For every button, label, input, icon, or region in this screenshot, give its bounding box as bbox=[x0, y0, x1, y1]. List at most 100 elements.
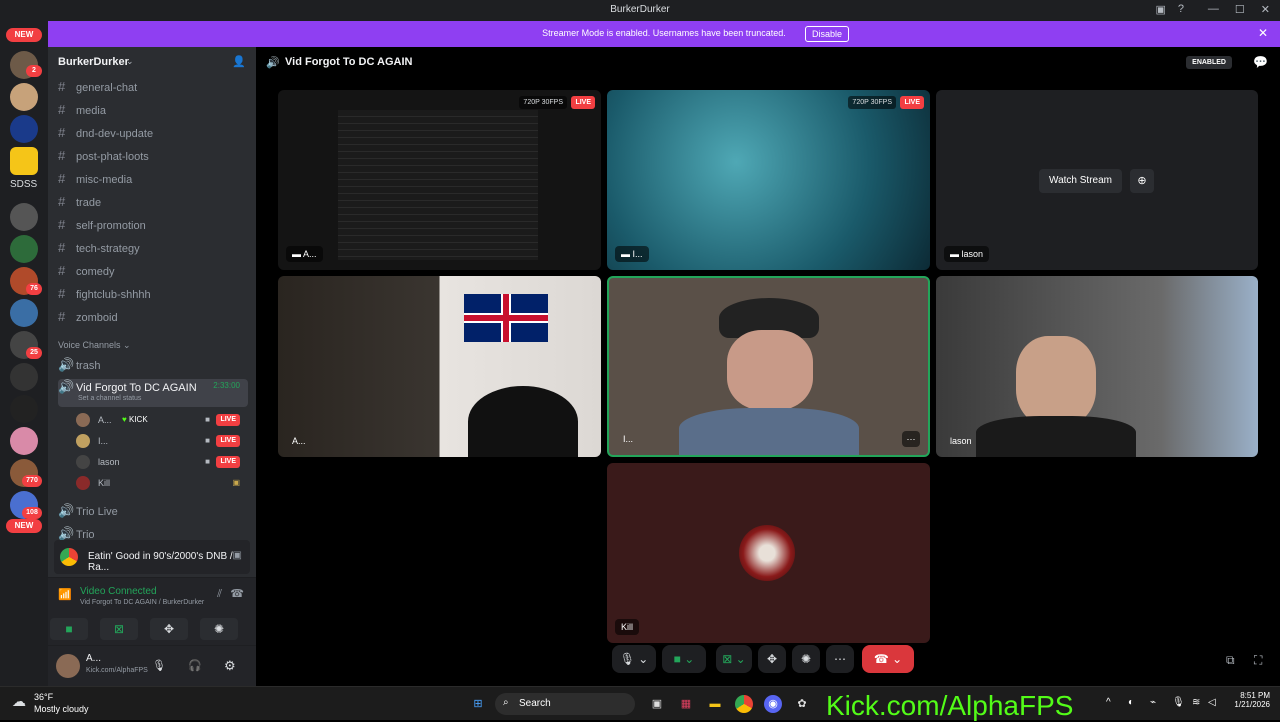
server-icon[interactable] bbox=[10, 115, 38, 143]
more-button[interactable]: ⋯ bbox=[826, 645, 854, 673]
enabled-badge[interactable]: ENABLED bbox=[1186, 56, 1232, 69]
microphone-icon[interactable]: 🎙 bbox=[1172, 697, 1185, 708]
stream-tile[interactable]: Watch Stream ⊕ ▬ lason bbox=[936, 90, 1258, 270]
channel-label: fightclub-shhhh bbox=[76, 289, 151, 301]
screenshare-button[interactable]: ⊠ bbox=[100, 618, 138, 640]
server-icon[interactable] bbox=[10, 395, 38, 423]
inbox-icon[interactable]: ▣ bbox=[1155, 3, 1165, 16]
camera-tile[interactable]: lason bbox=[936, 276, 1258, 457]
search-box[interactable]: ⌕ Search bbox=[495, 693, 635, 715]
voice-channel-trash[interactable]: 🔊 trash bbox=[58, 357, 248, 375]
network-icon[interactable]: ⌁ bbox=[1150, 697, 1156, 708]
server-icon[interactable] bbox=[10, 203, 38, 231]
activity-card[interactable]: Eatin' Good in 90's/2000's DNB / Ra... ▣ bbox=[54, 540, 250, 574]
activities-button[interactable]: ✥ bbox=[150, 618, 188, 640]
disable-button[interactable]: Disable bbox=[805, 26, 850, 42]
channel-self-promotion[interactable]: # self-promotion bbox=[58, 217, 248, 235]
chevron-up-icon[interactable]: ^ bbox=[1106, 697, 1111, 708]
server-badge: 25 bbox=[26, 347, 42, 359]
channel-fightclub[interactable]: # fightclub-shhhh bbox=[58, 286, 248, 304]
soundboard-button[interactable]: ✺ bbox=[792, 645, 820, 673]
server-icon[interactable] bbox=[10, 299, 38, 327]
fullscreen-icon[interactable]: ⛶ bbox=[1254, 653, 1262, 668]
stream-tile[interactable]: 720P 30FPS LIVE ▬ I... bbox=[607, 90, 930, 270]
avatar-tile[interactable]: Kill bbox=[607, 463, 930, 643]
popout-icon[interactable]: ⊕ bbox=[1130, 169, 1154, 193]
voice-user-name: Kill bbox=[98, 478, 111, 488]
folder-icon[interactable]: ▬ bbox=[706, 695, 724, 713]
channel-zomboid[interactable]: # zomboid bbox=[58, 309, 248, 327]
gear-icon[interactable]: ⚙ bbox=[224, 658, 236, 674]
chrome-icon bbox=[60, 548, 78, 566]
wifi-icon[interactable]: ≋ bbox=[1192, 697, 1200, 708]
camera-button[interactable]: ■ ⌄ bbox=[662, 645, 706, 673]
channel-comedy[interactable]: # comedy bbox=[58, 263, 248, 281]
taskbar: ☁ 36°F Mostly cloudy ⊞ ⌕ Search ▣ ▦ ▬ ◉ … bbox=[0, 686, 1280, 721]
help-icon[interactable]: ? bbox=[1178, 3, 1184, 16]
stream-tile[interactable]: 720P 30FPS LIVE ▬ A... bbox=[278, 90, 601, 270]
maximize-button[interactable]: ☐ bbox=[1235, 3, 1245, 16]
chrome-icon[interactable] bbox=[735, 695, 753, 713]
channel-misc-media[interactable]: # misc-media bbox=[58, 171, 248, 189]
server-icon[interactable] bbox=[10, 363, 38, 391]
channel-tech-strategy[interactable]: # tech-strategy bbox=[58, 240, 248, 258]
server-icon[interactable] bbox=[10, 147, 38, 175]
stream-icon: ▬ bbox=[621, 249, 630, 259]
more-options-icon[interactable]: ⋯ bbox=[902, 431, 920, 447]
watch-stream-button[interactable]: Watch Stream bbox=[1039, 169, 1122, 193]
server-sdss[interactable]: SDSS bbox=[10, 179, 37, 190]
voice-category[interactable]: Voice Channels ⌄ bbox=[58, 340, 131, 351]
popout-window-icon[interactable]: ⧉ bbox=[1226, 653, 1235, 668]
microphone-icon[interactable]: 🎙 bbox=[152, 659, 166, 672]
minimize-button[interactable]: — bbox=[1208, 3, 1219, 16]
windows-icon[interactable]: ⊞ bbox=[469, 695, 487, 713]
game-icon[interactable]: ▣ bbox=[233, 550, 242, 561]
call-title: Vid Forgot To DC AGAIN bbox=[285, 56, 413, 68]
camera-tile-speaking[interactable]: I... ⋯ bbox=[607, 276, 930, 457]
mute-button[interactable]: 🎙 ⌄ bbox=[612, 645, 656, 673]
invite-icon[interactable]: 👤 bbox=[232, 55, 246, 68]
camera-button[interactable]: ■ bbox=[50, 618, 88, 640]
face-shape bbox=[1016, 336, 1096, 426]
new-badge: NEW bbox=[6, 519, 42, 533]
disconnect-icon[interactable]: ☎ bbox=[230, 587, 244, 600]
tray-icon[interactable]: ◐ bbox=[1128, 697, 1134, 708]
channel-general-chat[interactable]: # general-chat bbox=[58, 79, 248, 97]
channel-dnd-dev-update[interactable]: # dnd-dev-update bbox=[58, 125, 248, 143]
voice-user[interactable]: I... ■ LIVE bbox=[76, 432, 248, 450]
signal-icon[interactable]: 📶 bbox=[58, 588, 72, 601]
server-icon[interactable] bbox=[10, 83, 38, 111]
voice-user[interactable]: Kill ▣ bbox=[76, 474, 248, 492]
voice-channel-active[interactable]: 🔊 Vid Forgot To DC AGAIN 2:33:00 Set a ch… bbox=[58, 379, 248, 407]
discord-icon[interactable]: ◉ bbox=[764, 695, 782, 713]
close-button[interactable]: ✕ bbox=[1261, 3, 1270, 16]
server-badge: 2 bbox=[26, 65, 42, 77]
weather-icon[interactable]: ☁ bbox=[12, 693, 26, 710]
disconnect-button[interactable]: ☎ ⌄ bbox=[862, 645, 914, 673]
guild-header[interactable]: BurkerDurker ⌄ 👤 bbox=[48, 47, 256, 77]
task-view-icon[interactable]: ▣ bbox=[648, 695, 666, 713]
close-icon[interactable]: ✕ bbox=[1258, 26, 1268, 40]
server-icon[interactable] bbox=[10, 427, 38, 455]
activities-button[interactable]: ✥ bbox=[758, 645, 786, 673]
chat-icon[interactable]: 💬 bbox=[1253, 55, 1268, 69]
voice-user[interactable]: lason ■ LIVE bbox=[76, 453, 248, 471]
clock[interactable]: 8:51 PM 1/21/2026 bbox=[1228, 691, 1270, 709]
noise-suppression-icon[interactable]: ⫽ bbox=[217, 588, 222, 601]
voice-user[interactable]: A... ♥ KICK ■ LIVE bbox=[76, 411, 248, 429]
channel-post-phat-loots[interactable]: # post-phat-loots bbox=[58, 148, 248, 166]
channel-trade[interactable]: # trade bbox=[58, 194, 248, 212]
server-icon[interactable] bbox=[10, 235, 38, 263]
app-icon[interactable]: ✿ bbox=[793, 695, 811, 713]
camera-tile[interactable]: A... bbox=[278, 276, 601, 457]
volume-icon[interactable]: ◁ bbox=[1208, 697, 1216, 708]
headphones-icon[interactable]: 🎧 bbox=[188, 659, 202, 672]
voice-channel-trio-live[interactable]: 🔊 Trio Live bbox=[58, 503, 248, 521]
voice-location[interactable]: Vid Forgot To DC AGAIN / BurkerDurker bbox=[80, 599, 204, 606]
screenshare-button[interactable]: ⊠ ⌄ bbox=[716, 645, 752, 673]
avatar[interactable] bbox=[56, 654, 80, 678]
store-icon[interactable]: ▦ bbox=[677, 695, 695, 713]
channel-media[interactable]: # media bbox=[58, 102, 248, 120]
soundboard-button[interactable]: ✺ bbox=[200, 618, 238, 640]
channel-status[interactable]: Set a channel status bbox=[78, 395, 141, 402]
